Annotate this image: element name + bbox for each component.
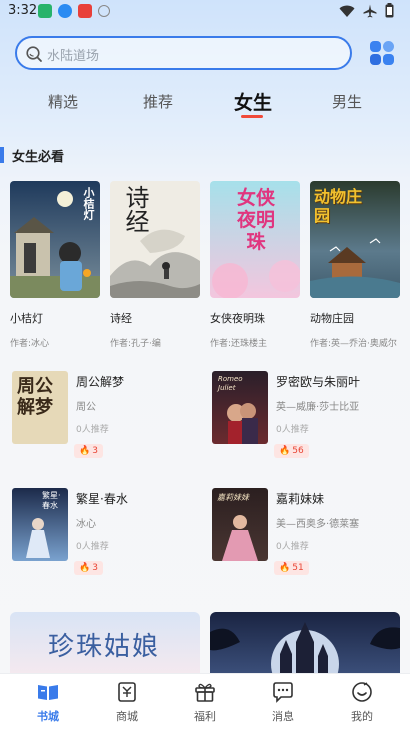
tab-featured[interactable]: 精选 — [48, 91, 78, 112]
recommend-count: 0人推荐 — [276, 542, 309, 552]
nav-welfare[interactable]: 福利 — [175, 674, 235, 729]
profile-icon — [352, 682, 372, 702]
book-title: 罗密欧与朱丽叶 — [276, 375, 361, 389]
section-accent-bar — [0, 147, 4, 163]
cover-text: 繁星·春水 — [42, 491, 61, 510]
book-author: 作者:冰心 — [10, 339, 50, 349]
airplane-icon — [363, 4, 377, 17]
list-book-card[interactable]: Romeo Juliet 罗密欧与朱丽叶 英—威廉·莎士比亚 0人推荐 🔥 56 — [212, 371, 402, 471]
status-time: 3:32 — [8, 3, 38, 18]
cover-text: 周公解梦 — [17, 376, 53, 418]
search-input[interactable]: 水陆道场 — [15, 36, 352, 70]
book-cover[interactable]: 动物庄园 — [310, 181, 400, 298]
app-green-icon — [38, 4, 52, 18]
app-red-icon — [78, 4, 92, 18]
book-author: 作者:孔子·编 — [110, 339, 161, 349]
hot-count: 56 — [292, 446, 304, 456]
gift-icon — [195, 683, 215, 702]
nav-label: 商城 — [116, 710, 138, 723]
book-cover[interactable]: 女侠夜明珠 — [210, 181, 300, 298]
featured-book-card[interactable]: 动物庄园 动物庄园 作者:英—乔治·奥威尔 — [310, 181, 400, 349]
book-title: 嘉莉妹妹 — [276, 492, 325, 506]
recommend-count: 0人推荐 — [276, 425, 309, 435]
search-placeholder: 水陆道场 — [47, 49, 100, 64]
search-icon — [26, 46, 42, 62]
hot-badge: 🔥 56 — [274, 444, 309, 458]
recommend-count: 0人推荐 — [76, 425, 109, 435]
tab-male[interactable]: 男生 — [332, 91, 362, 112]
hot-badge: 🔥 3 — [74, 561, 103, 575]
status-right-icons — [339, 3, 394, 18]
bottom-navigation: 书城 商城 福利 消息 我的 — [0, 673, 410, 729]
nav-label: 书城 — [37, 710, 59, 723]
hot-count: 3 — [92, 446, 98, 456]
wifi-icon — [339, 5, 355, 17]
book-title: 诗经 — [110, 312, 132, 325]
cover-text: 女侠夜明珠 — [236, 187, 275, 253]
info-icon — [98, 5, 110, 17]
shop-icon — [118, 682, 136, 702]
bookstore-icon — [38, 685, 58, 700]
hot-badge: 🔥 3 — [74, 444, 103, 458]
flame-icon: 🔥 — [79, 446, 91, 456]
nav-bookstore[interactable]: 书城 — [18, 674, 78, 729]
list-book-card[interactable]: 嘉莉妹妹 嘉莉妹妹 美—西奥多·德莱塞 0人推荐 🔥 51 — [212, 488, 402, 588]
promo-banner[interactable]: 珍珠姑娘 — [10, 612, 200, 674]
flame-icon: 🔥 — [279, 446, 291, 456]
book-cover[interactable]: 诗经 — [110, 181, 200, 298]
cover-text: 诗经 — [121, 185, 149, 233]
book-title: 周公解梦 — [76, 375, 125, 389]
message-icon — [273, 682, 293, 703]
book-title: 女侠夜明珠 — [210, 312, 265, 325]
battery-icon — [385, 3, 394, 18]
book-title: 动物庄园 — [310, 312, 354, 325]
category-tabs: 精选 推荐 女生 男生 — [0, 86, 410, 122]
book-author: 美—西奥多·德莱塞 — [276, 519, 360, 530]
cover-text: 小桔灯 — [82, 187, 95, 220]
hot-count: 3 — [92, 563, 98, 573]
book-cover[interactable]: 周公解梦 — [12, 371, 68, 444]
search-row: 水陆道场 — [15, 36, 395, 70]
book-cover[interactable]: 繁星·春水 — [12, 488, 68, 561]
tab-recommend[interactable]: 推荐 — [143, 91, 173, 112]
featured-book-card[interactable]: 女侠夜明珠 女侠夜明珠 作者:还珠楼主 — [210, 181, 300, 349]
list-book-card[interactable]: 周公解梦 周公解梦 周公 0人推荐 🔥 3 — [12, 371, 202, 471]
flame-icon: 🔥 — [79, 563, 91, 573]
book-cover[interactable]: Romeo Juliet — [212, 371, 268, 444]
tab-female[interactable]: 女生 — [234, 88, 272, 115]
nav-shop[interactable]: 商城 — [97, 674, 157, 729]
featured-book-card[interactable]: 小桔灯 小桔灯 作者:冰心 — [10, 181, 100, 349]
nav-label: 我的 — [351, 710, 373, 723]
nav-messages[interactable]: 消息 — [253, 674, 313, 729]
nav-profile[interactable]: 我的 — [332, 674, 392, 729]
hot-count: 51 — [292, 563, 304, 573]
recommend-count: 0人推荐 — [76, 542, 109, 552]
app-blue-download-icon — [58, 4, 72, 18]
book-title: 繁星·春水 — [76, 492, 128, 506]
cover-text: 动物庄园 — [314, 187, 363, 225]
book-author: 作者:英—乔治·奥威尔 — [310, 339, 397, 349]
category-grid-icon[interactable] — [369, 40, 395, 66]
cover-text: Romeo Juliet — [218, 375, 243, 392]
hot-badge: 🔥 51 — [274, 561, 309, 575]
nav-label: 消息 — [272, 710, 294, 723]
list-book-card[interactable]: 繁星·春水 繁星·春水 冰心 0人推荐 🔥 3 — [12, 488, 202, 588]
book-cover[interactable]: 小桔灯 — [10, 181, 100, 298]
book-title: 小桔灯 — [10, 312, 43, 325]
status-bar: 3:32 — [0, 0, 410, 24]
promo-banner[interactable] — [210, 612, 400, 674]
flame-icon: 🔥 — [279, 563, 291, 573]
book-author: 作者:还珠楼主 — [210, 339, 268, 349]
nav-label: 福利 — [194, 710, 216, 723]
featured-book-card[interactable]: 诗经 诗经 作者:孔子·编 — [110, 181, 200, 349]
status-app-icons — [38, 4, 110, 18]
book-cover[interactable]: 嘉莉妹妹 — [212, 488, 268, 561]
section-title: 女生必看 — [12, 150, 65, 165]
book-author: 冰心 — [76, 519, 96, 530]
banner-title: 珍珠姑娘 — [48, 632, 161, 662]
cover-text: 嘉莉妹妹 — [217, 493, 249, 502]
book-author: 周公 — [76, 402, 96, 413]
active-tab-indicator — [241, 115, 263, 118]
book-author: 英—威廉·莎士比亚 — [276, 402, 360, 413]
